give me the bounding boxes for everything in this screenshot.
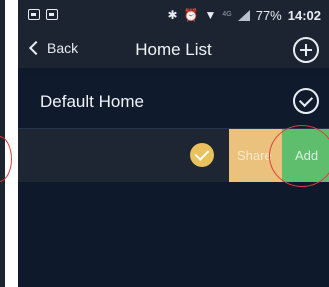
battery-level: 77% [255, 7, 282, 23]
phone-screen: ✱ ⏰ ▼ 4G 77% 14:02 Back Home List Defaul… [18, 0, 329, 287]
network-type: 4G [222, 11, 232, 18]
home-list-item-default[interactable]: Default Home [18, 78, 329, 129]
notification-icons [28, 9, 58, 20]
share-label: Share [237, 148, 272, 163]
page-title: Home List [135, 40, 212, 59]
status-bar: ✱ ⏰ ▼ 4G 77% 14:02 [18, 0, 329, 32]
gallery-icon [28, 9, 40, 20]
status-icons: ✱ ⏰ ▼ 4G 77% 14:02 [167, 7, 321, 23]
annotation-circle-partial [0, 136, 12, 182]
wifi-icon: ▼ [204, 8, 217, 22]
home-name: Default Home [40, 92, 144, 111]
bluetooth-icon: ✱ [167, 8, 178, 22]
nav-header: Back Home List [18, 32, 329, 68]
check-circle-filled-icon[interactable] [190, 143, 214, 167]
add-home-button[interactable] [293, 37, 319, 63]
message-icon [46, 9, 58, 20]
annotation-circle [269, 125, 329, 187]
clock: 14:02 [287, 7, 321, 23]
adjacent-screenshot-edge [0, 0, 12, 287]
check-circle-outline-icon[interactable] [293, 88, 319, 114]
alarm-icon: ⏰ [183, 8, 199, 22]
signal-icon [237, 9, 250, 21]
